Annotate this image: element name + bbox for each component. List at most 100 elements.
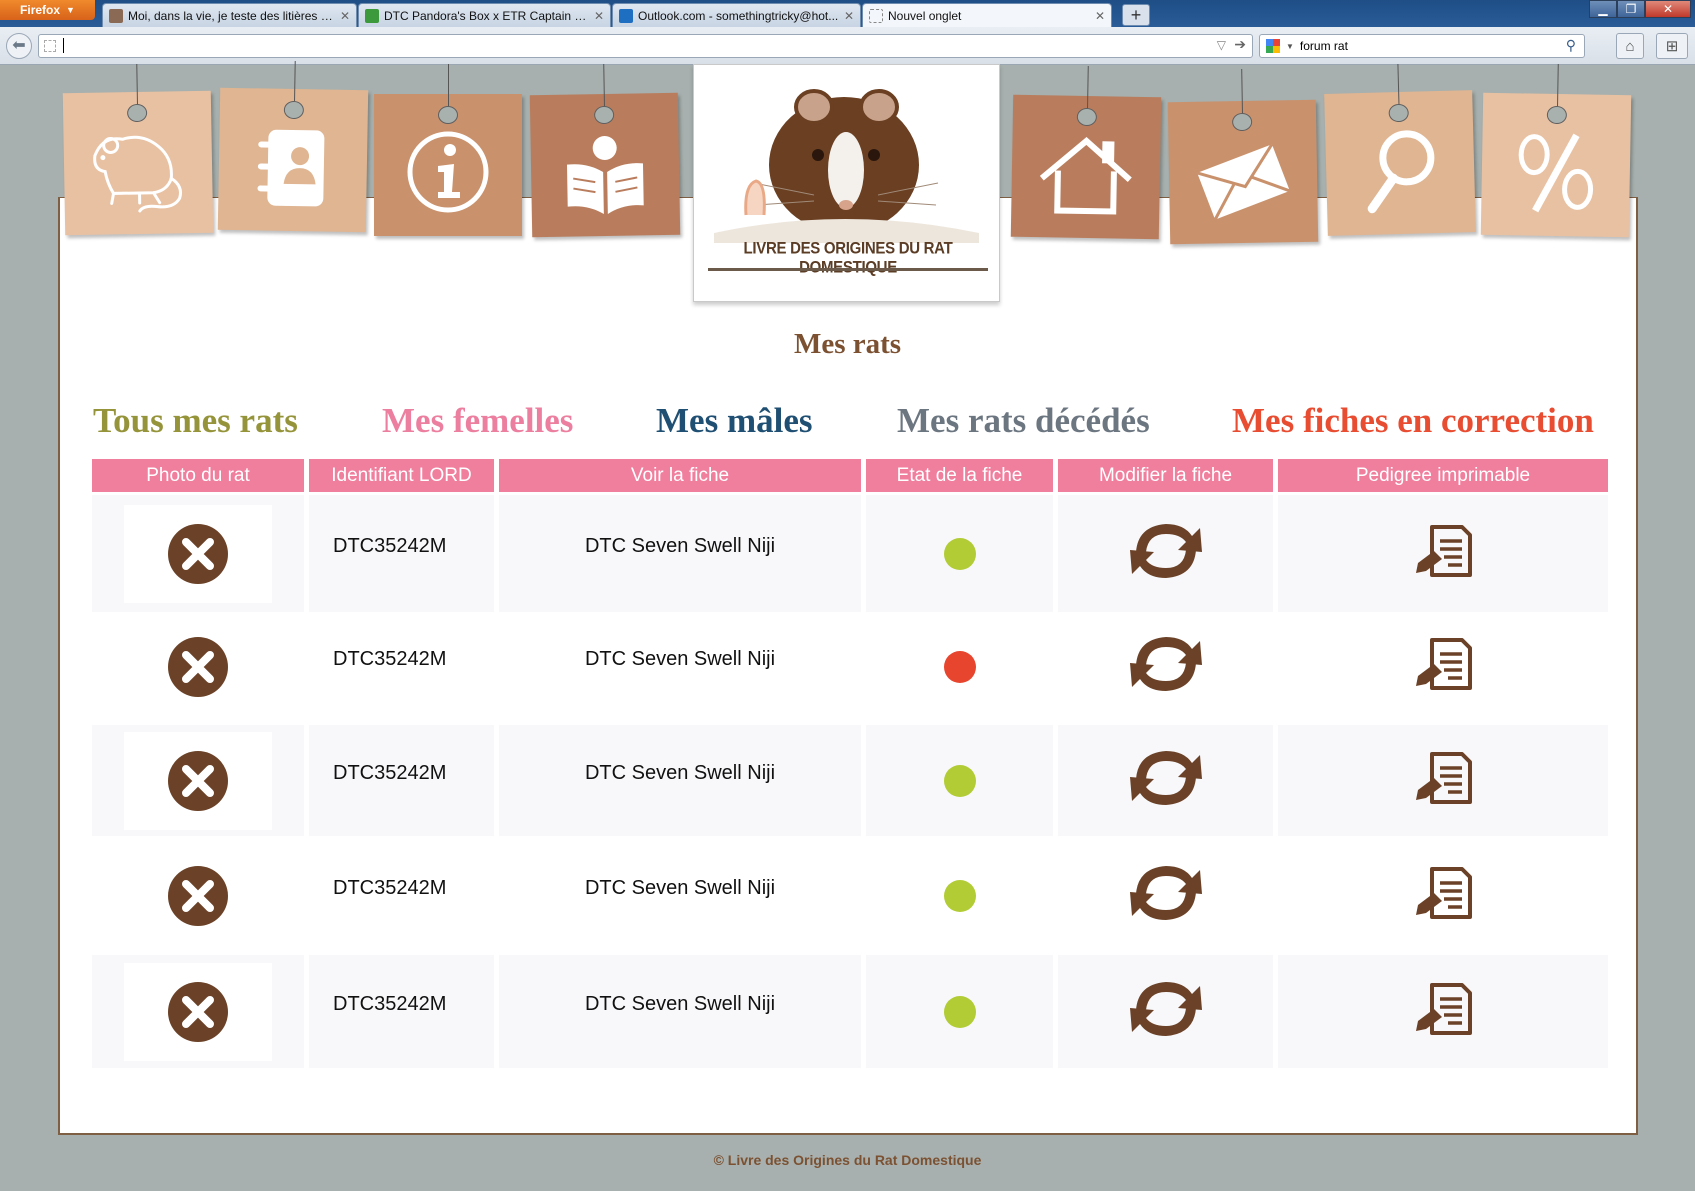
- rat-sheet-link[interactable]: DTC Seven Swell Niji: [585, 535, 775, 558]
- cell-pedigree: [1278, 615, 1608, 718]
- google-icon: [1266, 39, 1280, 53]
- cell-sheet-status: [866, 495, 1053, 612]
- tab-pandora[interactable]: DTC Pandora's Box x ETR Captain Ob... ✕: [358, 3, 611, 27]
- status-dot-ok: [943, 879, 976, 912]
- rat-sheet-link[interactable]: DTC Seven Swell Niji: [585, 762, 775, 785]
- rat-photo-placeholder[interactable]: [124, 504, 272, 603]
- cell-pedigree: [1278, 840, 1608, 951]
- refresh-icon: [1129, 750, 1202, 805]
- home-button[interactable]: ⌂: [1616, 33, 1644, 59]
- lord-id: DTC35242M: [333, 535, 447, 557]
- nav-tag-mail[interactable]: [1167, 68, 1319, 245]
- rat-photo-placeholder[interactable]: [124, 731, 272, 830]
- print-pedigree-button[interactable]: [1412, 750, 1474, 812]
- nav-tag-percent[interactable]: [1480, 64, 1632, 238]
- site-logo[interactable]: LIVRE DES ORIGINES DU RAT DOMESTIQUE: [693, 64, 1000, 302]
- status-dot-ok: [943, 537, 976, 570]
- search-input[interactable]: forum rat: [1300, 39, 1348, 53]
- search-engine-dropdown-icon[interactable]: ▼: [1286, 42, 1294, 51]
- cell-sheet-status: [866, 615, 1053, 718]
- cell-edit-sheet: [1058, 495, 1273, 612]
- filter-deceased[interactable]: Mes rats décédés: [897, 401, 1150, 441]
- url-bar[interactable]: ▽ ➔: [38, 34, 1253, 58]
- rat-photo-placeholder[interactable]: [124, 618, 272, 716]
- close-icon[interactable]: ✕: [340, 9, 350, 23]
- cell-view-sheet: DTC Seven Swell Niji: [499, 955, 861, 1068]
- home-icon: [1039, 137, 1132, 215]
- pedigree-document-icon: [1416, 751, 1472, 804]
- filter-all-rats[interactable]: Tous mes rats: [93, 401, 298, 441]
- new-tab-button[interactable]: +: [1122, 4, 1150, 26]
- close-icon[interactable]: ✕: [1095, 9, 1105, 23]
- print-pedigree-button[interactable]: [1412, 981, 1474, 1043]
- print-pedigree-button[interactable]: [1412, 865, 1474, 927]
- rat-photo-placeholder[interactable]: [124, 847, 272, 945]
- maximize-button[interactable]: ❐: [1617, 0, 1645, 18]
- cell-pedigree: [1278, 725, 1608, 836]
- close-icon[interactable]: ✕: [844, 9, 854, 23]
- tab-litieres[interactable]: Moi, dans la vie, je teste des litières …: [102, 3, 357, 27]
- mail-icon: [1196, 143, 1291, 221]
- tab-nouvel-onglet[interactable]: Nouvel onglet ✕: [862, 3, 1112, 27]
- edit-sheet-button[interactable]: [1126, 745, 1206, 817]
- no-photo-icon: [168, 636, 228, 697]
- search-bar[interactable]: ▼ forum rat ⚲: [1259, 34, 1585, 58]
- back-button[interactable]: ⬅: [6, 33, 32, 59]
- nav-tag-info[interactable]: [374, 64, 522, 236]
- rat-photo-placeholder[interactable]: [124, 962, 272, 1061]
- forum-favicon-icon: [365, 8, 379, 23]
- filter-in-correction[interactable]: Mes fiches en correction: [1232, 401, 1594, 441]
- firefox-menu-button[interactable]: Firefox ▼: [0, 0, 95, 20]
- window-controls: ▁ ❐ ✕: [1589, 0, 1691, 18]
- edit-sheet-button[interactable]: [1126, 631, 1206, 703]
- navigation-toolbar: ⬅ ▽ ➔ ▼ forum rat ⚲ ⌂ ⊞: [0, 27, 1695, 65]
- cell-photo: [92, 495, 304, 612]
- edit-sheet-button[interactable]: [1126, 518, 1206, 590]
- blank-page-icon: [869, 8, 883, 23]
- refresh-icon: [1129, 865, 1202, 920]
- logo-text: LIVRE DES ORIGINES DU RAT DOMESTIQUE: [743, 239, 953, 276]
- string: [448, 64, 449, 106]
- cell-view-sheet: DTC Seven Swell Niji: [499, 840, 861, 951]
- cell-pedigree: [1278, 955, 1608, 1068]
- close-icon[interactable]: ✕: [594, 9, 604, 23]
- tag-hole: [1231, 112, 1253, 132]
- minimize-button[interactable]: ▁: [1589, 0, 1617, 18]
- nav-tag-home[interactable]: [1010, 66, 1162, 240]
- close-window-button[interactable]: ✕: [1645, 0, 1691, 18]
- cell-edit-sheet: [1058, 955, 1273, 1068]
- search-icon: [1367, 130, 1435, 214]
- search-icon[interactable]: ⚲: [1566, 37, 1576, 54]
- bookmarks-menu-button[interactable]: ⊞: [1656, 33, 1688, 59]
- page-title: Mes rats: [793, 328, 902, 360]
- filter-females[interactable]: Mes femelles: [382, 401, 573, 441]
- filter-males[interactable]: Mes mâles: [656, 401, 812, 441]
- cell-lord-id: DTC35242M: [309, 840, 494, 951]
- tab-label: Outlook.com - somethingtricky@hot...: [638, 8, 839, 23]
- cell-sheet-status: [866, 725, 1053, 836]
- rat-sheet-link[interactable]: DTC Seven Swell Niji: [585, 993, 775, 1016]
- nav-tag-search[interactable]: [1324, 64, 1476, 236]
- url-input[interactable]: [63, 38, 64, 53]
- go-arrow-icon[interactable]: ➔: [1234, 36, 1246, 53]
- pedigree-document-icon: [1416, 524, 1472, 577]
- logo-underline: [708, 268, 988, 271]
- rat-sheet-link[interactable]: DTC Seven Swell Niji: [585, 877, 775, 900]
- rat-sheet-link[interactable]: DTC Seven Swell Niji: [585, 648, 775, 671]
- cell-lord-id: DTC35242M: [309, 955, 494, 1068]
- nav-tag-reading[interactable]: [529, 63, 681, 238]
- nav-tag-contacts[interactable]: [217, 61, 369, 233]
- cell-edit-sheet: [1058, 840, 1273, 951]
- refresh-icon: [1129, 981, 1202, 1036]
- tab-outlook[interactable]: Outlook.com - somethingtricky@hot... ✕: [612, 3, 861, 27]
- print-pedigree-button[interactable]: [1412, 523, 1474, 585]
- edit-sheet-button[interactable]: [1126, 860, 1206, 932]
- page-icon: [44, 40, 56, 52]
- print-pedigree-button[interactable]: [1412, 636, 1474, 698]
- history-dropdown-icon[interactable]: ▽: [1217, 38, 1226, 52]
- no-photo-icon: [168, 981, 228, 1042]
- lord-id: DTC35242M: [333, 648, 447, 670]
- nav-tag-rat[interactable]: [62, 63, 214, 236]
- edit-sheet-button[interactable]: [1126, 976, 1206, 1048]
- tab-label: Moi, dans la vie, je teste des litières …: [128, 8, 335, 23]
